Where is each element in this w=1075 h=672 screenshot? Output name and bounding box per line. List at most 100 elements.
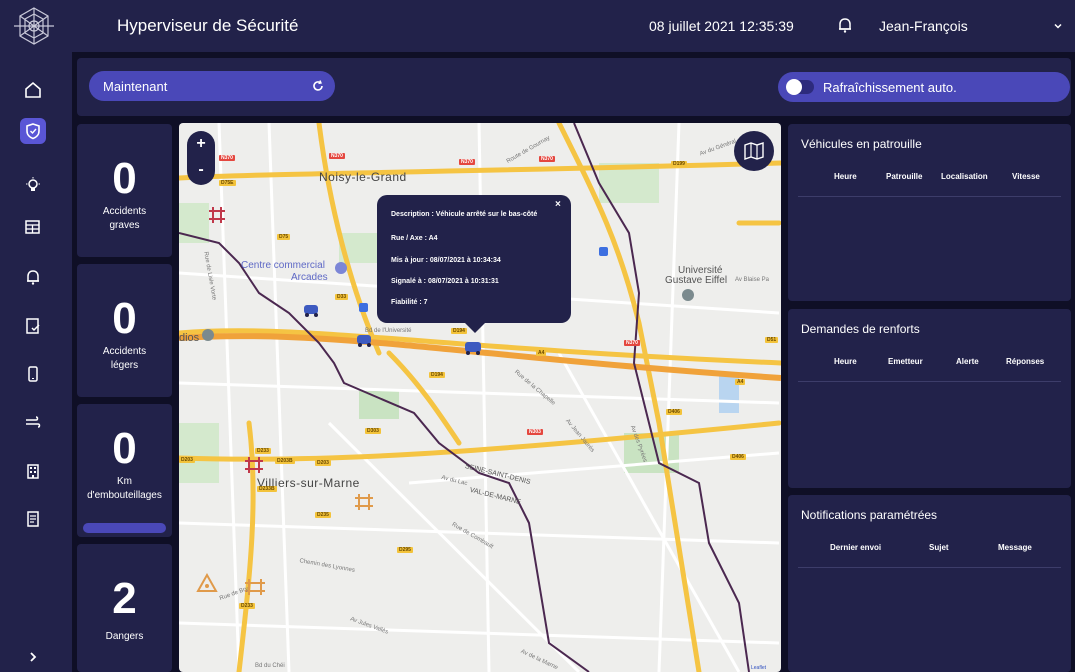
- zoom-control: + -: [187, 131, 215, 185]
- road-label: N370: [459, 159, 475, 165]
- road-label: D235: [315, 512, 331, 518]
- stat-label-line1: Accidents: [102, 206, 147, 217]
- road-label: D51: [765, 337, 779, 343]
- road-label: D194: [429, 372, 445, 378]
- column-header[interactable]: Heure: [834, 357, 857, 366]
- zoom-out-button[interactable]: -: [187, 157, 215, 183]
- road-label: D406: [730, 454, 746, 460]
- road-label: D233B: [257, 486, 277, 492]
- notifications-panel: Notifications paramétrées Dernier envoi …: [788, 495, 1071, 672]
- zoom-in-button[interactable]: +: [187, 131, 215, 157]
- place-label: Gustave Eiffel: [665, 275, 728, 286]
- road-label: D295: [397, 547, 413, 553]
- page-title: Hyperviseur de Sécurité: [117, 16, 299, 35]
- column-header[interactable]: Message: [998, 543, 1032, 552]
- stat-label-line1: Dangers: [105, 631, 144, 642]
- column-header[interactable]: Patrouille: [886, 172, 922, 181]
- stat-label-line2: légers: [110, 360, 139, 371]
- column-header[interactable]: Heure: [834, 172, 857, 181]
- nav-air[interactable]: [20, 409, 46, 435]
- table-icon: [25, 220, 40, 234]
- road-label: A4: [536, 350, 547, 356]
- map-attribution[interactable]: Leaflet: [751, 665, 766, 671]
- vehicle-icon[interactable]: [304, 305, 318, 317]
- divider: [798, 567, 1061, 568]
- map-layers-icon: [744, 142, 764, 160]
- road-label: N370: [539, 156, 555, 162]
- nav-buildings[interactable]: [20, 458, 46, 484]
- road-label: D75E: [219, 180, 236, 186]
- roadwork-icon[interactable]: [245, 579, 265, 595]
- incident-popup: × Description : Véhicule arrêté sur le b…: [377, 195, 571, 333]
- nav-dashboard[interactable]: [20, 214, 46, 240]
- time-select-dropdown[interactable]: Maintenant: [89, 71, 335, 101]
- auto-refresh-toggle[interactable]: [786, 79, 814, 95]
- auto-refresh-control[interactable]: Rafraîchissement auto.: [778, 72, 1070, 102]
- stat-value: 0: [112, 294, 137, 343]
- nav-lighting[interactable]: [20, 172, 46, 198]
- column-header[interactable]: Dernier envoi: [830, 543, 881, 552]
- nav-reports[interactable]: [20, 506, 46, 532]
- place-label: Centre commercial: [241, 260, 325, 271]
- place-label: Noisy-le-Grand: [319, 170, 407, 184]
- column-header[interactable]: Emetteur: [888, 357, 923, 366]
- place-label: Arcades: [291, 272, 328, 283]
- danger-icon[interactable]: [196, 572, 218, 592]
- street-label: Av Blaise Pa: [735, 277, 769, 283]
- road-label: D406: [666, 409, 682, 415]
- road-label: D203: [179, 457, 195, 463]
- popup-updated: Mis à jour : 08/07/2021 à 10:34:34: [391, 257, 501, 264]
- popup-close-button[interactable]: ×: [555, 199, 561, 210]
- road-label: A4: [735, 379, 746, 385]
- stat-card-serious-accidents: 0 Accidents graves: [77, 124, 172, 257]
- column-header[interactable]: Vitesse: [1012, 172, 1040, 181]
- column-header[interactable]: Alerte: [956, 357, 979, 366]
- progress-bar: [83, 523, 166, 533]
- shield-icon: [26, 123, 40, 140]
- stat-value: 2: [112, 574, 137, 623]
- lightbulb-icon: [26, 177, 40, 191]
- home-icon: [25, 81, 41, 98]
- patrol-vehicles-panel: Véhicules en patrouille Heure Patrouille…: [788, 124, 1071, 301]
- stat-card-traffic-jams: 0 Km d'embouteillages: [77, 404, 172, 537]
- stat-label-line1: Km: [117, 476, 132, 487]
- map-layers-button[interactable]: [734, 131, 774, 171]
- street-label: Bd de l'Université: [365, 328, 412, 334]
- stat-value: 0: [112, 154, 137, 203]
- user-name[interactable]: Jean-François: [879, 18, 968, 34]
- current-datetime: 08 juillet 2021 12:35:39: [649, 18, 794, 34]
- column-header[interactable]: Réponses: [1006, 357, 1044, 366]
- street-label: Bd du Chéi: [255, 663, 285, 669]
- stat-card-dangers: 2 Dangers: [77, 544, 172, 672]
- nav-documents[interactable]: [20, 313, 46, 339]
- app-root: Hyperviseur de Sécurité 08 juillet 2021 …: [0, 0, 1075, 672]
- panel-title: Notifications paramétrées: [801, 508, 938, 522]
- notification-bell-icon[interactable]: [836, 16, 854, 34]
- nav-mobile[interactable]: [20, 361, 46, 387]
- column-header[interactable]: Localisation: [941, 172, 988, 181]
- popup-reliability: Fiabilité : 7: [391, 299, 428, 306]
- place-label: dios: [179, 332, 200, 344]
- road-label: N370: [624, 340, 640, 346]
- phone-icon: [28, 366, 38, 382]
- reinforcement-requests-panel: Demandes de renforts Heure Emetteur Aler…: [788, 309, 1071, 488]
- nav-security[interactable]: [20, 118, 46, 144]
- popup-reported: Signalé à : 08/07/2021 à 10:31:31: [391, 278, 499, 285]
- nav-alerts[interactable]: [20, 264, 46, 290]
- report-icon: [27, 511, 39, 527]
- roadwork-icon[interactable]: [355, 494, 373, 510]
- refresh-icon[interactable]: [311, 79, 325, 93]
- building-icon: [27, 464, 39, 479]
- chevron-right-icon: [30, 652, 37, 662]
- sidebar-expand-button[interactable]: [20, 644, 46, 670]
- document-check-icon: [26, 318, 40, 334]
- chevron-down-icon[interactable]: [1052, 20, 1064, 32]
- road-label: D33: [335, 294, 349, 300]
- nav-home[interactable]: [20, 77, 46, 103]
- vehicle-icon[interactable]: [357, 335, 371, 347]
- column-header[interactable]: Sujet: [929, 543, 949, 552]
- map-view[interactable]: Noisy-le-Grand Centre commercial Arcades…: [179, 123, 781, 672]
- auto-refresh-label: Rafraîchissement auto.: [823, 80, 957, 95]
- toggle-knob: [786, 79, 802, 95]
- stat-value: 0: [112, 424, 137, 473]
